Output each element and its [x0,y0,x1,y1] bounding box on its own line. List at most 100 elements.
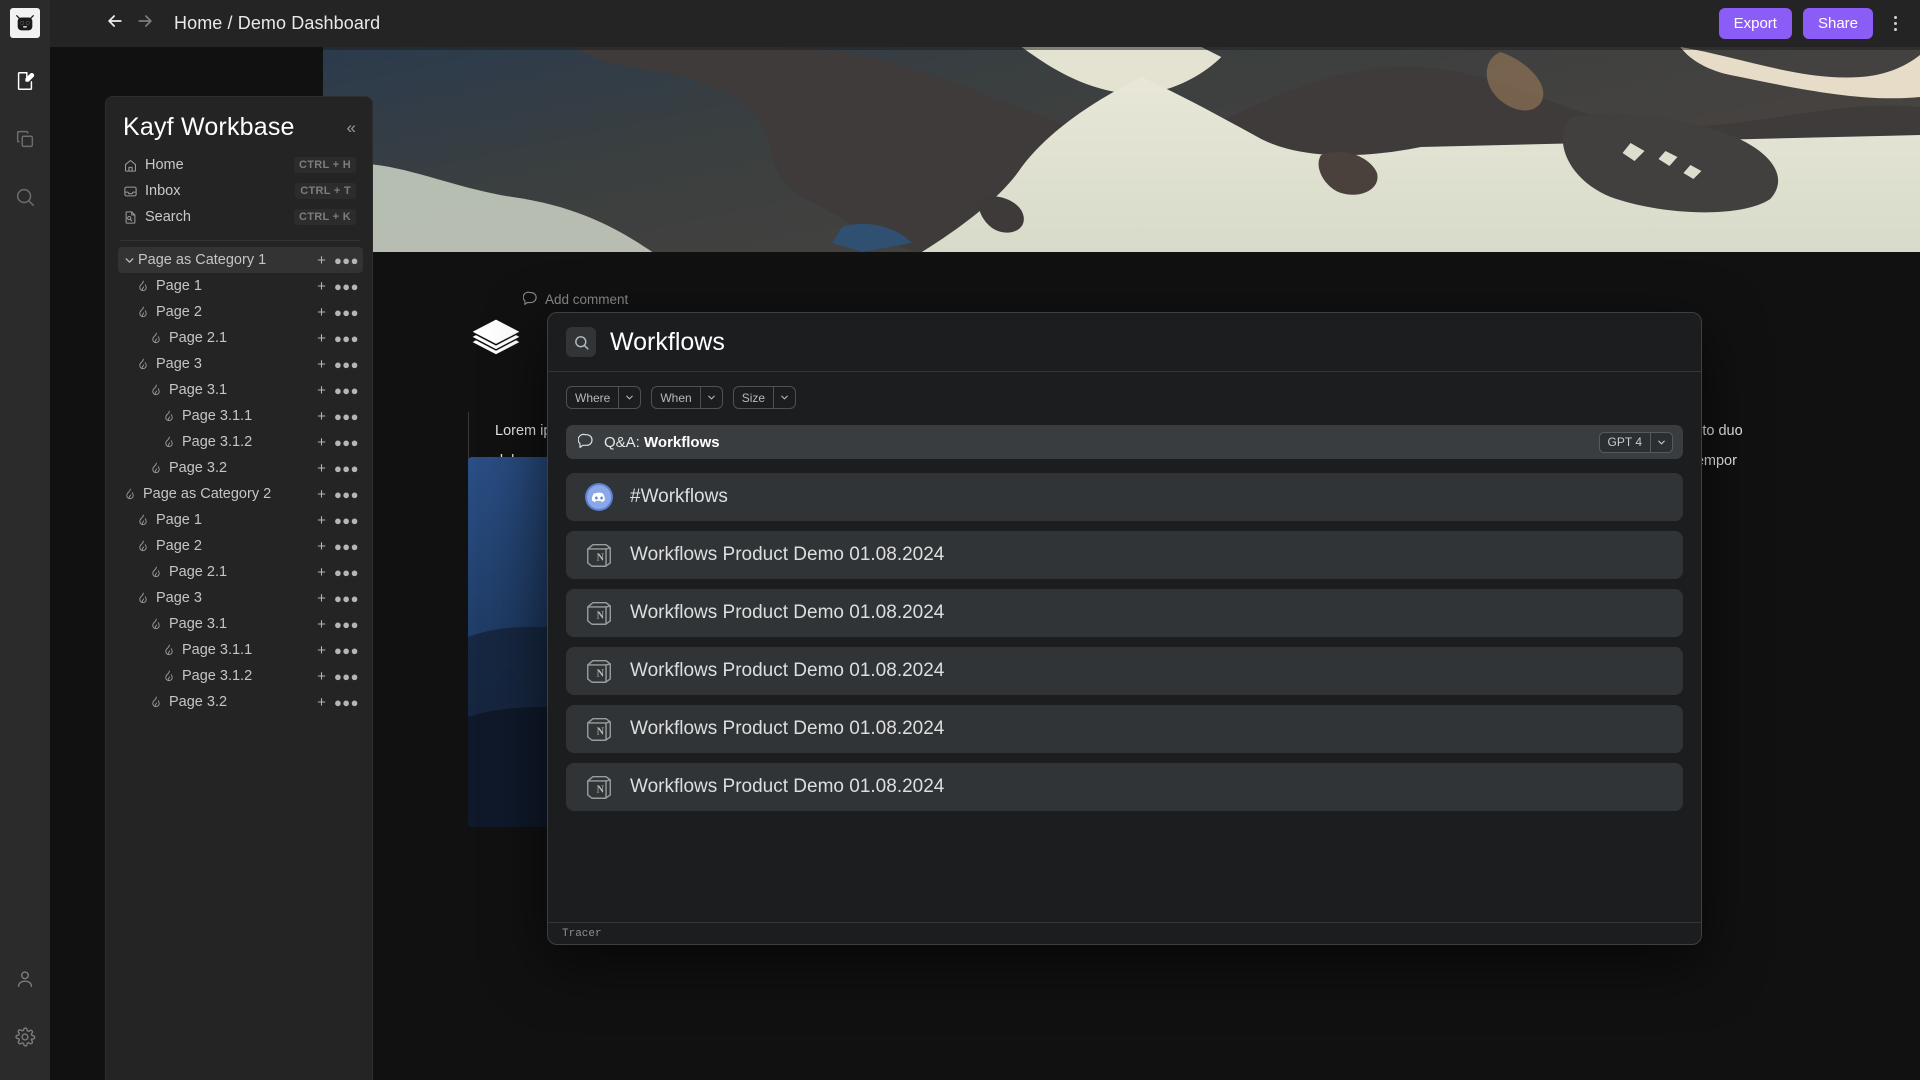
plus-icon[interactable]: + [317,279,326,294]
filter-chip-size[interactable]: Size [732,386,797,409]
flame-icon [133,591,153,605]
rail-item-settings[interactable] [0,1008,50,1066]
owl-logo-icon[interactable] [10,8,40,38]
arrow-right-icon [135,11,155,36]
filter-chip-when[interactable]: When [651,386,723,409]
rail-item-search[interactable] [0,168,50,226]
tree-row[interactable]: Page 3.1 + ●●● [118,377,363,403]
tree-row-label: Page 2 [156,304,202,320]
plus-icon[interactable]: + [317,331,326,346]
forward-button[interactable] [130,9,160,39]
chevron-double-left-icon[interactable]: « [347,119,356,136]
result-row[interactable]: N Workflows Product Demo 01.08.2024 [566,589,1683,637]
ellipsis-icon[interactable]: ●●● [334,436,359,449]
back-button[interactable] [100,9,130,39]
tree-row[interactable]: Page 3.2 + ●●● [118,455,363,481]
sidebar-item-home[interactable]: Home CTRL + H [118,152,362,178]
plus-icon[interactable]: + [317,539,326,554]
search-icon[interactable] [566,327,596,357]
ellipsis-icon[interactable]: ●●● [334,488,359,501]
ellipsis-icon[interactable]: ●●● [334,280,359,293]
ellipsis-icon[interactable]: ●●● [334,566,359,579]
plus-icon[interactable]: + [317,565,326,580]
tree-row[interactable]: Page 3.1.1 + ●●● [118,637,363,663]
plus-icon[interactable]: + [317,487,326,502]
search-input[interactable]: Workflows [610,328,725,357]
result-row[interactable]: #Workflows [566,473,1683,521]
ellipsis-icon[interactable]: ●●● [334,696,359,709]
tree-row[interactable]: Page 1 + ●●● [118,507,363,533]
ellipsis-icon[interactable]: ●●● [334,358,359,371]
ellipsis-icon[interactable]: ●●● [334,618,359,631]
tree-row[interactable]: Page 3.1.2 + ●●● [118,429,363,455]
sidebar-item-inbox[interactable]: Inbox CTRL + T [118,178,362,204]
tree-row[interactable]: Page 2 + ●●● [118,299,363,325]
result-row[interactable]: N Workflows Product Demo 01.08.2024 [566,763,1683,811]
sidebar-item-search[interactable]: Search CTRL + K [118,204,362,230]
tree-row-actions: + ●●● [309,565,359,580]
plus-icon[interactable]: + [317,305,326,320]
ellipsis-icon[interactable]: ●●● [334,254,359,267]
plus-icon[interactable]: + [317,617,326,632]
tree-row-label: Page 3 [156,356,202,372]
plus-icon[interactable]: + [317,409,326,424]
chevron-down-icon[interactable] [699,387,722,408]
ellipsis-icon[interactable]: ●●● [334,644,359,657]
filter-chip-where[interactable]: Where [566,386,642,409]
qa-row[interactable]: Q&A: Workflows GPT 4 [566,425,1683,459]
plus-icon[interactable]: + [317,643,326,658]
rail-item-account[interactable] [0,950,50,1008]
tree-row[interactable]: Page as Category 1 + ●●● [118,247,363,273]
breadcrumb[interactable]: Home / Demo Dashboard [174,13,380,34]
tree-row[interactable]: Page 2.1 + ●●● [118,325,363,351]
plus-icon[interactable]: + [317,695,326,710]
result-row[interactable]: N Workflows Product Demo 01.08.2024 [566,705,1683,753]
tree-row[interactable]: Page 3.1.2 + ●●● [118,663,363,689]
filter-chip-label: Where [575,390,611,405]
plus-icon[interactable]: + [317,253,326,268]
ellipsis-icon[interactable]: ●●● [334,670,359,683]
ellipsis-icon[interactable]: ●●● [334,306,359,319]
plus-icon[interactable]: + [317,357,326,372]
model-selector[interactable]: GPT 4 [1598,431,1673,453]
plus-icon[interactable]: + [317,461,326,476]
plus-icon[interactable]: + [317,513,326,528]
tree-row-label: Page as Category 2 [143,486,272,502]
tree-row[interactable]: Page 3.1 + ●●● [118,611,363,637]
tree-row[interactable]: Page 3 + ●●● [118,585,363,611]
ellipsis-icon[interactable]: ●●● [334,592,359,605]
tree-row[interactable]: Page 3.1.1 + ●●● [118,403,363,429]
filter-chip-label: Size [741,390,766,405]
left-icon-rail [0,0,50,1080]
tree-row[interactable]: Page 1 + ●●● [118,273,363,299]
document-edit-icon [14,70,36,92]
plus-icon[interactable]: + [317,383,326,398]
tree-row[interactable]: Page 2 + ●●● [118,533,363,559]
ellipsis-icon[interactable]: ●●● [334,514,359,527]
plus-icon[interactable]: + [317,591,326,606]
result-row[interactable]: N Workflows Product Demo 01.08.2024 [566,647,1683,695]
rail-item-document-edit[interactable] [0,52,50,110]
export-button[interactable]: Export [1718,8,1792,39]
ellipsis-icon[interactable]: ●●● [334,384,359,397]
tree-row[interactable]: Page as Category 2 + ●●● [118,481,363,507]
add-comment-button[interactable]: Add comment [522,290,628,308]
plus-icon[interactable]: + [317,435,326,450]
chevron-down-icon[interactable] [773,387,795,408]
share-button[interactable]: Share [1802,8,1873,39]
tree-row[interactable]: Page 2.1 + ●●● [118,559,363,585]
ellipsis-icon[interactable]: ●●● [334,410,359,423]
kebab-menu-icon[interactable] [1884,9,1906,39]
tracer-label: Tracer [562,927,602,940]
plus-icon[interactable]: + [317,669,326,684]
rail-item-copy[interactable] [0,110,50,168]
tree-row-actions: + ●●● [309,435,359,450]
chevron-down-icon[interactable] [120,254,138,267]
ellipsis-icon[interactable]: ●●● [334,540,359,553]
chevron-down-icon[interactable] [618,387,640,408]
result-row[interactable]: N Workflows Product Demo 01.08.2024 [566,531,1683,579]
ellipsis-icon[interactable]: ●●● [334,462,359,475]
ellipsis-icon[interactable]: ●●● [334,332,359,345]
tree-row[interactable]: Page 3.2 + ●●● [118,689,363,715]
tree-row[interactable]: Page 3 + ●●● [118,351,363,377]
